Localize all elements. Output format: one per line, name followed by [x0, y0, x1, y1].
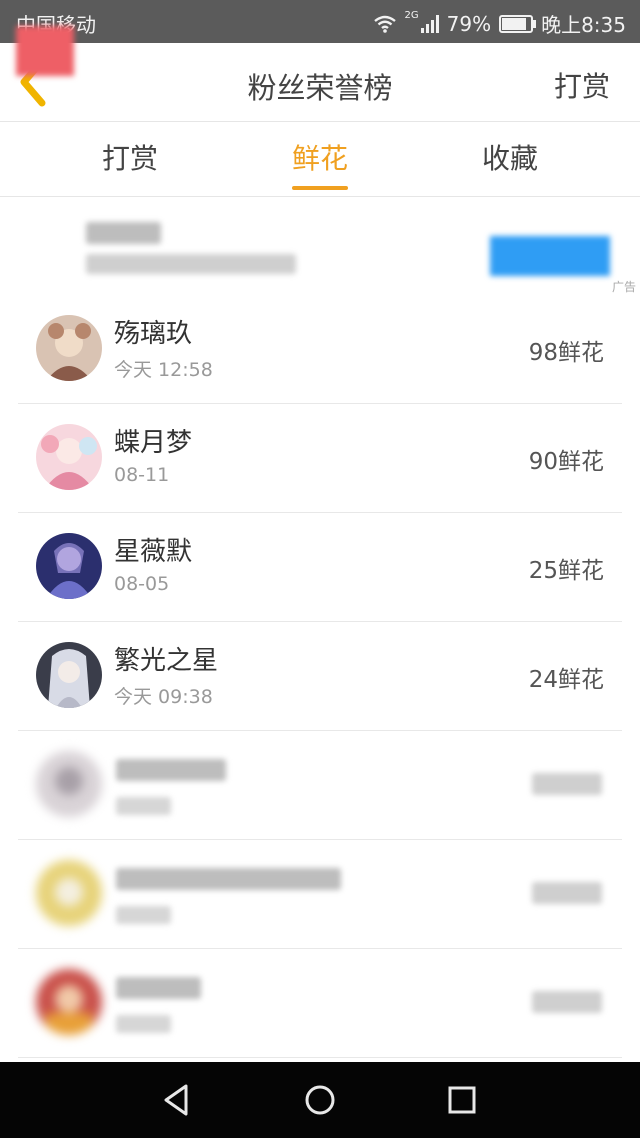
avatar: [36, 751, 102, 817]
square-recents-icon: [448, 1086, 476, 1114]
list-item[interactable]: 星薇默 08-05 25鲜花: [18, 513, 622, 622]
fan-time: 今天 12:58: [114, 359, 213, 381]
tab-label: 打赏: [101, 142, 158, 175]
count-blur: [532, 991, 602, 1013]
back-nav-button[interactable]: [158, 1080, 198, 1120]
status-icons: 2G 79% 晚上8:35: [373, 9, 626, 38]
name-blur: [116, 868, 341, 890]
network-label: 2G: [404, 10, 419, 21]
list-item[interactable]: 蝶月梦 08-11 90鲜花: [18, 404, 622, 513]
fan-name: 蝶月梦: [114, 428, 193, 458]
name-blur: [116, 977, 201, 999]
tab-bar: 打赏 鲜花 收藏: [0, 122, 640, 197]
header-bar: 粉丝荣誉榜 打赏: [0, 43, 640, 122]
status-bar: 中国移动 2G 79% 晚上8:35: [0, 0, 640, 43]
system-nav-bar: [0, 1062, 640, 1138]
list-item[interactable]: [18, 731, 622, 840]
count-blur: [532, 882, 602, 904]
flower-count: 25鲜花: [528, 558, 604, 584]
ad-tag: 广告: [611, 280, 636, 294]
ad-desc-blur: [86, 254, 296, 274]
active-tab-indicator: [292, 186, 348, 190]
flower-count: 24鲜花: [528, 667, 604, 693]
fan-name: 繁光之星: [114, 646, 219, 676]
circle-home-icon: [305, 1085, 335, 1115]
avatar: [36, 315, 102, 381]
tab-label: 收藏: [481, 142, 538, 175]
clock: 晚上8:35: [541, 13, 626, 37]
avatar: [36, 969, 102, 1035]
tab-favorites[interactable]: 收藏: [440, 122, 580, 196]
fan-list: 殇璃玖 今天 12:58 98鲜花 蝶月梦 08-11 90鲜花 星薇默 08-…: [18, 295, 622, 1058]
tab-flowers[interactable]: 鲜花: [250, 122, 390, 196]
avatar: [36, 533, 102, 599]
list-item[interactable]: [18, 949, 622, 1058]
avatar: [36, 424, 102, 490]
tab-reward[interactable]: 打赏: [60, 122, 200, 196]
time-blur: [116, 1015, 171, 1033]
wifi-icon: [373, 15, 396, 33]
fan-time: 今天 09:38: [114, 686, 213, 708]
count-blur: [532, 773, 602, 795]
list-item[interactable]: [18, 840, 622, 949]
flower-count: 98鲜花: [528, 340, 604, 366]
ad-action-button[interactable]: [490, 236, 610, 276]
battery-percent: 79%: [446, 11, 492, 36]
avatar: [36, 642, 102, 708]
fan-name: 星薇默: [114, 537, 193, 567]
fan-time: 08-11: [114, 464, 170, 486]
home-nav-button[interactable]: [300, 1080, 340, 1120]
flower-count: 90鲜花: [528, 449, 604, 475]
battery-icon: [499, 14, 537, 33]
ad-title-blur: [86, 222, 161, 244]
recents-nav-button[interactable]: [442, 1080, 482, 1120]
page-title: 粉丝荣誉榜: [247, 71, 393, 105]
time-blur: [116, 797, 171, 815]
triangle-back-icon: [164, 1084, 188, 1116]
avatar: [36, 860, 102, 926]
time-blur: [116, 906, 171, 924]
fan-time: 08-05: [114, 573, 170, 595]
tab-label: 鲜花: [291, 142, 348, 175]
reward-button[interactable]: 打赏: [554, 65, 610, 105]
ad-logo: [16, 26, 74, 76]
list-item[interactable]: 殇璃玖 今天 12:58 98鲜花: [18, 295, 622, 404]
fan-name: 殇璃玖: [114, 319, 193, 349]
signal-icon: [420, 14, 439, 33]
name-blur: [116, 759, 226, 781]
list-item[interactable]: 繁光之星 今天 09:38 24鲜花: [18, 622, 622, 731]
